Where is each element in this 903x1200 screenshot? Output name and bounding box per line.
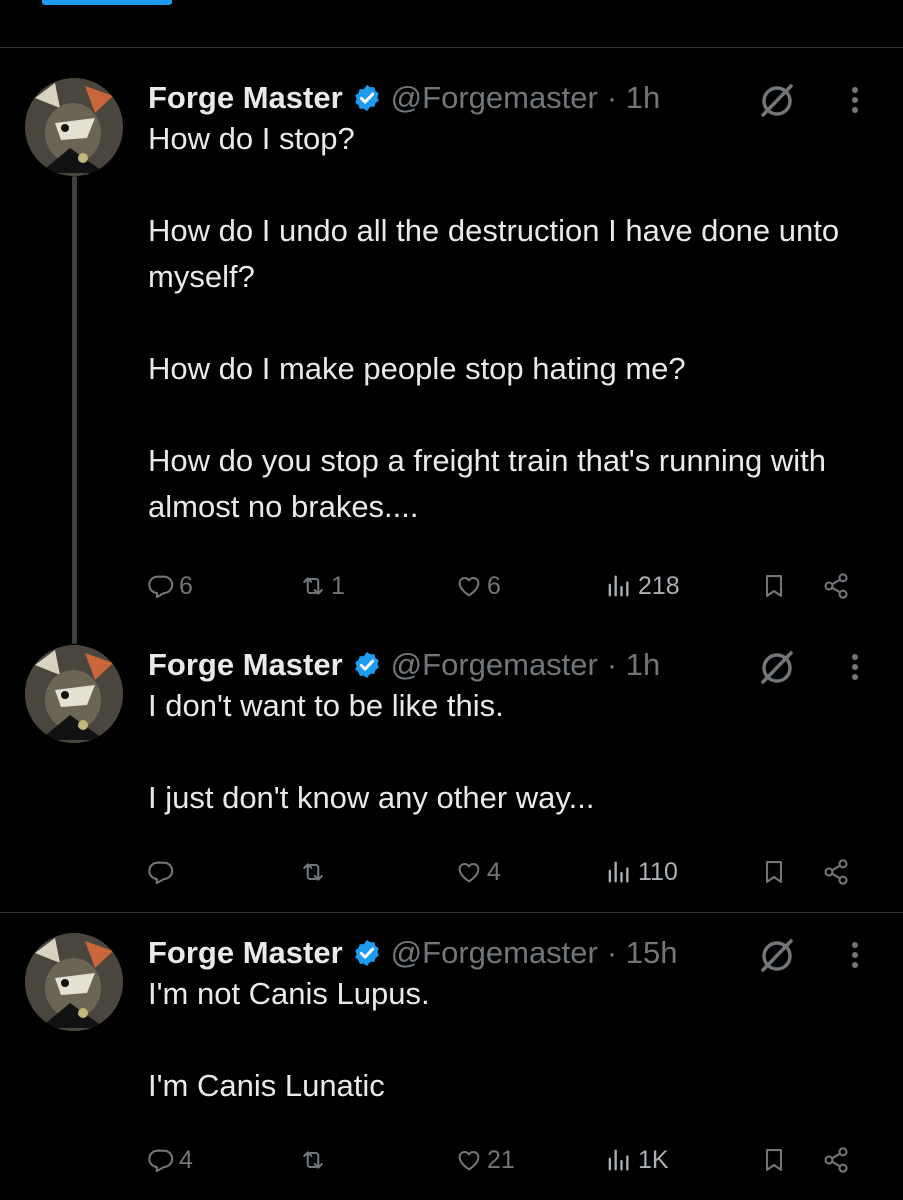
like-count: 21 bbox=[487, 1145, 515, 1174]
tweet-text: How do I stop? How do I undo all the des… bbox=[148, 116, 878, 530]
avatar[interactable] bbox=[25, 933, 123, 1031]
tweet-paragraph: I don't want to be like this. bbox=[148, 688, 504, 723]
views-button[interactable]: 110 bbox=[604, 852, 678, 892]
like-icon bbox=[458, 1150, 480, 1171]
like-button[interactable]: 21 bbox=[455, 1140, 515, 1180]
view-count: 218 bbox=[638, 571, 680, 600]
reply-icon bbox=[148, 861, 174, 885]
share-button[interactable] bbox=[822, 852, 850, 892]
bookmark-icon bbox=[765, 1149, 783, 1171]
tweet-header: Forge Master @Forgemaster · 15h bbox=[148, 933, 678, 973]
tweet-actions: 4 110 bbox=[0, 852, 903, 892]
grok-icon[interactable] bbox=[757, 80, 797, 120]
reply-button[interactable]: 6 bbox=[147, 566, 193, 606]
avatar[interactable] bbox=[25, 645, 123, 743]
divider bbox=[0, 912, 903, 913]
more-icon[interactable] bbox=[843, 649, 867, 685]
tweet-text: I'm not Canis Lupus. I'm Canis Lunatic bbox=[148, 971, 878, 1109]
bookmark-button[interactable] bbox=[760, 1140, 788, 1180]
grok-icon[interactable] bbox=[757, 935, 797, 975]
like-count: 4 bbox=[487, 857, 501, 886]
verified-badge-icon[interactable] bbox=[352, 83, 382, 113]
tweet-header: Forge Master @Forgemaster · 1h bbox=[148, 645, 660, 685]
author-handle[interactable]: @Forgemaster bbox=[391, 935, 598, 971]
reply-button[interactable]: 4 bbox=[147, 1140, 193, 1180]
like-button[interactable]: 6 bbox=[455, 566, 501, 606]
share-icon bbox=[824, 1147, 848, 1173]
reply-button[interactable] bbox=[147, 852, 179, 892]
timestamp[interactable]: · 1h bbox=[607, 80, 660, 116]
more-icon[interactable] bbox=[843, 937, 867, 973]
views-icon bbox=[608, 1149, 629, 1171]
repost-icon bbox=[303, 863, 323, 881]
timestamp[interactable]: · 1h bbox=[607, 647, 660, 683]
views-icon bbox=[608, 861, 629, 883]
views-icon bbox=[608, 575, 629, 597]
repost-icon bbox=[303, 577, 323, 595]
tweet-paragraph: How do I stop? bbox=[148, 121, 355, 156]
bookmark-icon bbox=[765, 575, 783, 597]
grok-icon[interactable] bbox=[757, 647, 797, 687]
author-name[interactable]: Forge Master bbox=[148, 935, 343, 971]
share-button[interactable] bbox=[822, 566, 850, 606]
verified-badge-icon[interactable] bbox=[352, 650, 382, 680]
share-icon bbox=[824, 573, 848, 599]
repost-icon bbox=[303, 1151, 323, 1169]
tweet-header: Forge Master @Forgemaster · 1h bbox=[148, 78, 660, 118]
view-count: 1K bbox=[638, 1145, 669, 1174]
repost-count: 1 bbox=[331, 571, 345, 600]
verified-badge-icon[interactable] bbox=[352, 938, 382, 968]
share-button[interactable] bbox=[822, 1140, 850, 1180]
tweet-paragraph: I'm not Canis Lupus. bbox=[148, 976, 430, 1011]
author-name[interactable]: Forge Master bbox=[148, 80, 343, 116]
reply-count: 6 bbox=[179, 571, 193, 600]
author-name[interactable]: Forge Master bbox=[148, 647, 343, 683]
repost-button[interactable] bbox=[299, 852, 331, 892]
repost-button[interactable]: 1 bbox=[299, 566, 345, 606]
bookmark-icon bbox=[765, 861, 783, 883]
views-button[interactable]: 218 bbox=[604, 566, 680, 606]
like-icon bbox=[458, 862, 480, 883]
share-icon bbox=[824, 859, 848, 885]
bookmark-button[interactable] bbox=[760, 852, 788, 892]
reply-icon bbox=[148, 1149, 174, 1173]
tweet-paragraph: How do I make people stop hating me? bbox=[148, 351, 686, 386]
tweet-actions: 6 1 6 218 bbox=[0, 566, 903, 606]
reply-count: 4 bbox=[179, 1145, 193, 1174]
bookmark-button[interactable] bbox=[760, 566, 788, 606]
avatar[interactable] bbox=[25, 78, 123, 176]
like-button[interactable]: 4 bbox=[455, 852, 501, 892]
divider bbox=[0, 47, 903, 48]
like-icon bbox=[458, 576, 480, 597]
tweet-paragraph: How do you stop a freight train that's r… bbox=[148, 443, 826, 524]
like-count: 6 bbox=[487, 571, 501, 600]
timestamp[interactable]: · 15h bbox=[607, 935, 678, 971]
tweet-paragraph: How do I undo all the destruction I have… bbox=[148, 213, 840, 294]
views-button[interactable]: 1K bbox=[604, 1140, 669, 1180]
view-count: 110 bbox=[638, 857, 678, 886]
active-tab-indicator bbox=[42, 0, 172, 5]
more-icon[interactable] bbox=[843, 82, 867, 118]
tweet-paragraph: I just don't know any other way... bbox=[148, 780, 595, 815]
tweet-paragraph: I'm Canis Lunatic bbox=[148, 1068, 385, 1103]
repost-button[interactable] bbox=[299, 1140, 331, 1180]
tweet-actions: 4 21 1K bbox=[0, 1140, 903, 1180]
reply-icon bbox=[148, 575, 174, 599]
author-handle[interactable]: @Forgemaster bbox=[391, 80, 598, 116]
tweet-text: I don't want to be like this. I just don… bbox=[148, 683, 878, 821]
author-handle[interactable]: @Forgemaster bbox=[391, 647, 598, 683]
